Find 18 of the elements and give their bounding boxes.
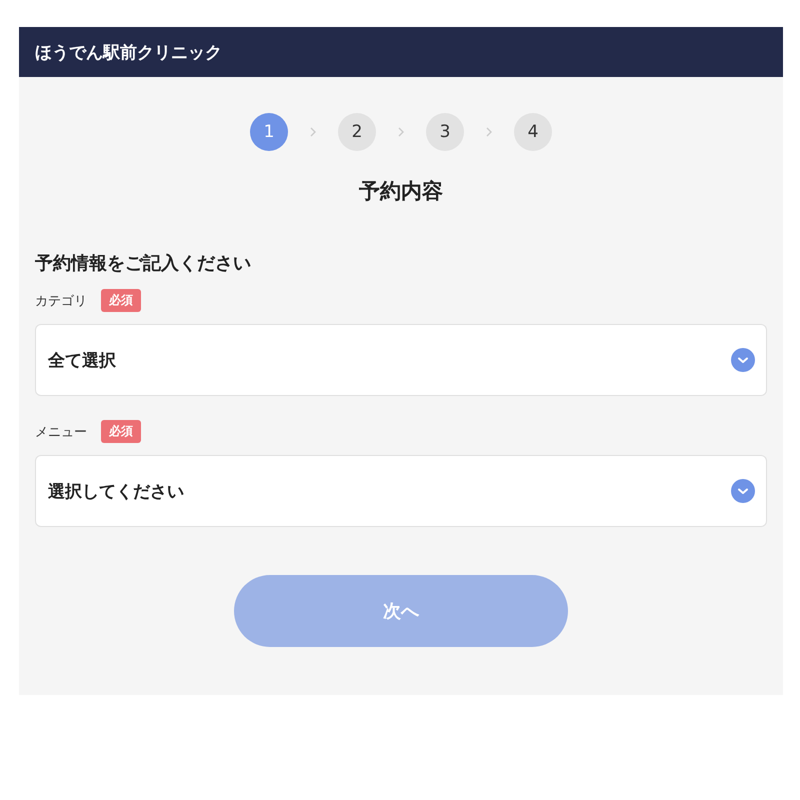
clinic-name: ほうでん駅前クリニック <box>35 42 222 64</box>
dropdown-icon <box>731 348 755 372</box>
chevron-icon <box>310 127 316 137</box>
required-badge: 必須 <box>101 420 141 443</box>
step-indicator: 3 <box>426 113 464 151</box>
section-title: 予約情報をご記入ください <box>35 252 252 275</box>
dropdown-icon <box>731 479 755 503</box>
page-title: 予約内容 <box>358 178 444 205</box>
select-field[interactable]: 全て選択 <box>35 324 767 396</box>
step-indicator: 4 <box>514 113 552 151</box>
chevron-icon <box>398 127 404 137</box>
step-indicator: 1 <box>250 113 288 151</box>
required-badge: 必須 <box>101 289 141 312</box>
select-field[interactable]: 選択してください <box>35 455 767 527</box>
chevron-icon <box>486 127 492 137</box>
field-label: カテゴリ <box>35 292 87 310</box>
step-indicator: 2 <box>338 113 376 151</box>
field-label: メニュー <box>35 424 87 440</box>
